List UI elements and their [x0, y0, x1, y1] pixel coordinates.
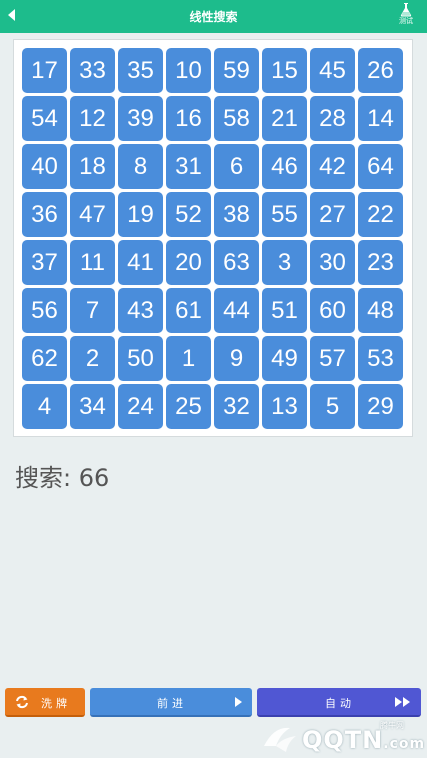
- number-cell: 55: [262, 192, 307, 237]
- number-cell: 25: [166, 384, 211, 429]
- number-cell: 42: [310, 144, 355, 189]
- number-cell: 47: [70, 192, 115, 237]
- number-cell: 24: [118, 384, 163, 429]
- number-cell: 45: [310, 48, 355, 93]
- number-cell: 31: [166, 144, 211, 189]
- watermark-text: QQTN.com: [302, 726, 426, 754]
- number-cell: 37: [22, 240, 67, 285]
- number-cell: 22: [358, 192, 403, 237]
- watermark-small-text: 腾牛网: [380, 721, 404, 730]
- number-cell: 48: [358, 288, 403, 333]
- number-cell: 34: [70, 384, 115, 429]
- forward-label: 前进: [157, 697, 187, 710]
- shuffle-button[interactable]: 洗牌: [5, 688, 85, 717]
- number-cell: 64: [358, 144, 403, 189]
- number-cell: 30: [310, 240, 355, 285]
- number-cell: 26: [358, 48, 403, 93]
- number-cell: 28: [310, 96, 355, 141]
- test-button[interactable]: 测试: [395, 3, 417, 31]
- number-cell: 17: [22, 48, 67, 93]
- number-cell: 1: [166, 336, 211, 381]
- number-cell: 51: [262, 288, 307, 333]
- number-cell: 21: [262, 96, 307, 141]
- auto-button[interactable]: 自动: [257, 688, 421, 717]
- number-cell: 13: [262, 384, 307, 429]
- test-label: 测试: [399, 17, 413, 25]
- number-cell: 8: [118, 144, 163, 189]
- flask-icon: [400, 3, 412, 17]
- number-cell: 11: [70, 240, 115, 285]
- number-cell: 44: [214, 288, 259, 333]
- shuffle-label: 洗牌: [41, 697, 71, 710]
- number-cell: 20: [166, 240, 211, 285]
- number-cell: 16: [166, 96, 211, 141]
- number-cell: 50: [118, 336, 163, 381]
- number-cell: 12: [70, 96, 115, 141]
- number-cell: 27: [310, 192, 355, 237]
- number-cell: 46: [262, 144, 307, 189]
- number-cell: 38: [214, 192, 259, 237]
- number-cell: 52: [166, 192, 211, 237]
- top-bar: 线性搜索 测试: [0, 0, 427, 33]
- number-cell: 58: [214, 96, 259, 141]
- number-cell: 35: [118, 48, 163, 93]
- number-cell: 14: [358, 96, 403, 141]
- number-cell: 49: [262, 336, 307, 381]
- number-cell: 32: [214, 384, 259, 429]
- number-cell: 59: [214, 48, 259, 93]
- number-cell: 29: [358, 384, 403, 429]
- number-cell: 6: [214, 144, 259, 189]
- number-cell: 63: [214, 240, 259, 285]
- number-cell: 36: [22, 192, 67, 237]
- number-cell: 19: [118, 192, 163, 237]
- number-cell: 33: [70, 48, 115, 93]
- number-cell: 18: [70, 144, 115, 189]
- number-cell: 61: [166, 288, 211, 333]
- number-cell: 2: [70, 336, 115, 381]
- number-cell: 57: [310, 336, 355, 381]
- auto-label: 自动: [325, 697, 355, 710]
- play-icon: [235, 697, 242, 707]
- number-cell: 54: [22, 96, 67, 141]
- fast-forward-icon: [395, 697, 410, 707]
- number-cell: 5: [310, 384, 355, 429]
- watermark: QQTN.com 腾牛网: [258, 720, 426, 756]
- number-cell: 4: [22, 384, 67, 429]
- number-grid: 17 33 35 10 59 15 45 26 54 12 39 16 58 21 28 14 40 18 8 31 6…: [22, 48, 403, 429]
- number-cell: 7: [70, 288, 115, 333]
- number-cell: 10: [166, 48, 211, 93]
- number-cell: 15: [262, 48, 307, 93]
- number-cell: 60: [310, 288, 355, 333]
- refresh-icon: [16, 695, 28, 709]
- forward-button[interactable]: 前进: [90, 688, 252, 717]
- number-cell: 53: [358, 336, 403, 381]
- number-cell: 23: [358, 240, 403, 285]
- watermark-logo-icon: [264, 727, 296, 752]
- page-title: 线性搜索: [189, 10, 238, 24]
- search-status: 搜索: 66: [15, 464, 110, 492]
- number-cell: 41: [118, 240, 163, 285]
- number-cell: 56: [22, 288, 67, 333]
- number-cell: 3: [262, 240, 307, 285]
- number-cell: 39: [118, 96, 163, 141]
- number-cell: 40: [22, 144, 67, 189]
- number-cell: 62: [22, 336, 67, 381]
- number-cell: 43: [118, 288, 163, 333]
- number-board: 17 33 35 10 59 15 45 26 54 12 39 16 58 21 28 14 40 18 8 31 6…: [13, 39, 413, 437]
- number-cell: 9: [214, 336, 259, 381]
